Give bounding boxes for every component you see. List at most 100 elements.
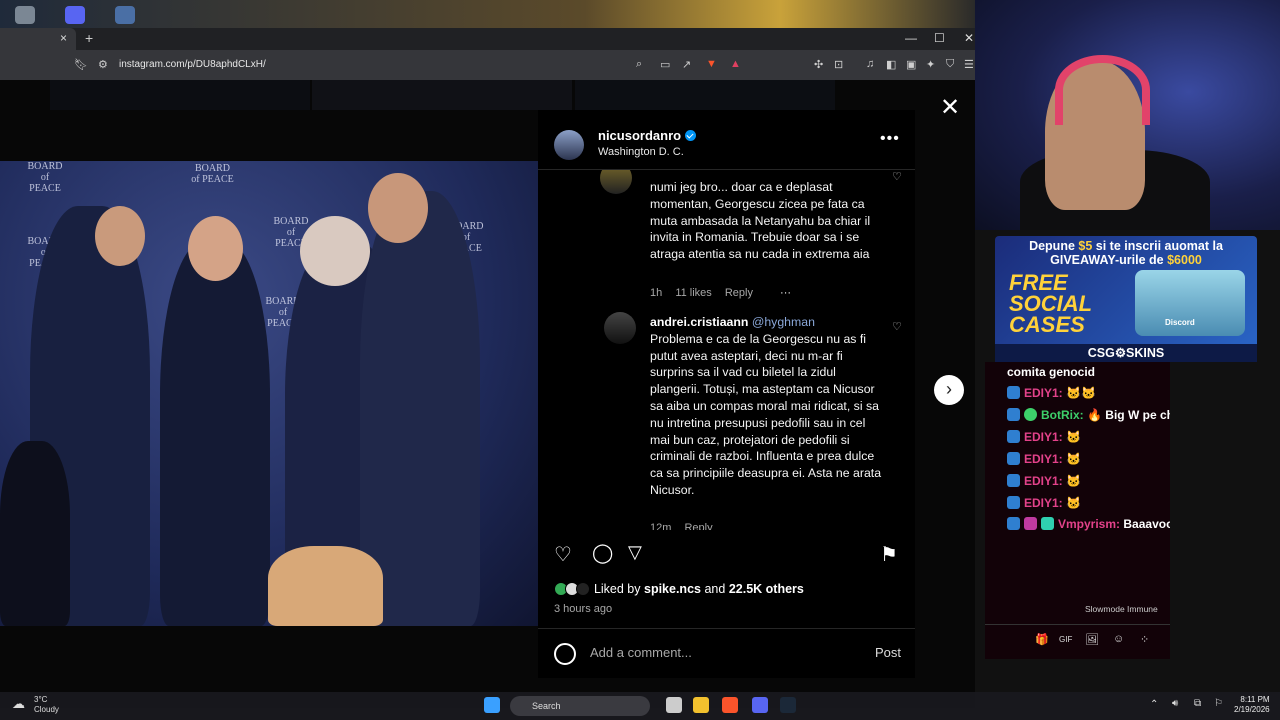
commenter-username[interactable]: andrei.cristiaann [650,315,748,329]
slowmode-label: Slowmode Immune [1085,604,1158,614]
chat-nick[interactable]: Vmpyrism: [1058,517,1120,531]
share-icon[interactable]: ▽ [628,542,642,563]
person-figure [160,241,270,626]
sponsor-text-part: GIVEAWAY-urile de [1050,253,1164,267]
like-comment-icon[interactable]: ♡ [892,170,902,183]
emoji-icon[interactable] [554,643,576,665]
brave-browser-icon[interactable] [722,697,738,713]
board-of-peace-sign: BOARD of PEACE [191,163,234,185]
taskbar-search[interactable]: Search [510,696,650,716]
browser-tab[interactable]: × [0,28,76,50]
close-modal-button[interactable]: ✕ [940,93,960,122]
network-icon[interactable]: ⧉ [1194,698,1201,709]
extensions-icon[interactable]: ✣ [814,58,823,71]
person-figure [300,216,370,286]
comment-text: numi jeg bro... doar ca e deplasat momen… [650,180,871,262]
volume-icon[interactable]: 🔊︎ [1172,698,1178,709]
tab-close-icon[interactable]: × [60,31,67,45]
like-icon[interactable]: ♡ [554,542,572,567]
screenshot-icon[interactable]: ⊡ [834,58,843,71]
more-options-button[interactable]: ••• [880,130,900,148]
tray-overflow-icon[interactable]: ⌃ [1150,699,1158,710]
start-icon[interactable] [484,697,500,713]
comment-more-icon[interactable]: ··· [780,287,791,299]
liked-by-user[interactable]: spike.ncs [644,582,701,596]
vpn-icon[interactable]: ⛉ [946,58,954,71]
leo-icon[interactable]: ✦ [926,58,935,71]
chat-nick[interactable]: EDIY1: [1024,474,1063,488]
save-icon[interactable]: ⚑ [880,542,898,567]
recycle-bin-icon[interactable] [15,6,35,24]
author-username-text[interactable]: nicusordanro [598,128,681,143]
site-settings-icon[interactable]: ⚙︎ [98,58,108,71]
window-close-button[interactable]: ✕ [964,31,974,45]
comment-input[interactable]: Add a comment... [590,645,692,660]
reply-button[interactable]: Reply [725,287,753,299]
file-explorer-icon[interactable] [693,697,709,713]
likes-count[interactable]: 22.5K others [729,582,804,596]
steam-icon[interactable] [780,697,796,713]
notification-icon[interactable]: ⚐ [1214,698,1223,709]
comment-mention[interactable]: @hyghman [752,315,815,329]
chat-nick[interactable]: BotRix: [1041,408,1084,422]
case-box-icon: Discord [1135,270,1245,336]
post-location[interactable]: Washington D. C. [598,146,684,158]
chat-text: Baaavoo [1123,517,1170,531]
person-figure [268,546,383,626]
chat-nick[interactable]: EDIY1: [1024,430,1063,444]
share-icon[interactable]: ↗ [682,58,691,71]
cast-icon[interactable]: ▭ [660,58,670,71]
chat-nick[interactable]: EDIY1: [1024,452,1063,466]
weather-condition: Cloudy [34,705,59,714]
task-view-icon[interactable] [666,697,682,713]
commenter-avatar[interactable] [604,312,636,344]
comment-body: andrei.cristiaann @hyghman Problema e ca… [650,314,885,499]
post-time: 3 hours ago [554,603,613,615]
bookmark-icon[interactable]: 🔖︎ [74,58,88,71]
gift-icon[interactable]: 🎁 [1035,633,1049,646]
menu-icon[interactable]: ☰ [964,58,974,71]
url-field[interactable]: instagram.com/p/DU8aphdCLxH/ [119,59,266,70]
address-bar: 🔖︎ ⚙︎ instagram.com/p/DU8aphdCLxH/ ⌕ ▭ ↗… [0,50,975,80]
headset-icon [1055,55,1150,125]
sponsor-prize: $6000 [1167,253,1202,267]
chat-nick[interactable]: EDIY1: [1024,496,1063,510]
brave-rewards-icon[interactable]: ▲ [730,58,741,70]
brave-shield-icon[interactable]: ▼ [706,58,717,70]
post-photo[interactable]: BOARD of PEACE BOARD of PEACE BOARD of P… [0,161,538,626]
user-badge-icon [1007,386,1020,399]
sticker-icon[interactable]: 🖼 [1085,633,1099,646]
author-avatar[interactable] [554,130,584,160]
next-post-button[interactable]: › [934,375,964,405]
minimize-button[interactable]: — [905,31,917,45]
comment-text: Problema e ca de la Georgescu nu as fi p… [650,331,882,497]
system-clock[interactable]: 8:11 PM 2/19/2026 [1234,695,1270,715]
author-username[interactable]: nicusordanro [598,128,697,143]
gif-icon[interactable]: GIF [1059,635,1072,644]
discord-taskbar-icon[interactable] [752,697,768,713]
apps-icon[interactable]: ⁘ [1140,633,1149,646]
bot-badge-icon [1024,408,1037,421]
app-shortcut-icon[interactable] [115,6,135,24]
chat-text: comita genocid [1007,365,1096,379]
comment-time: 12m [650,522,672,530]
comment-icon[interactable]: ◯ [592,542,613,565]
browser-tab-strip: × + — ☐ ✕ [0,28,975,50]
comments-list[interactable]: numi jeg bro... doar ca e deplasat momen… [538,170,915,530]
new-tab-button[interactable]: + [85,30,93,46]
like-comment-icon[interactable]: ♡ [892,320,902,333]
comment-likes[interactable]: 11 likes [675,287,711,299]
reply-button[interactable]: Reply [684,522,712,530]
sidebar-icon[interactable]: ◧ [886,58,896,71]
post-comment-button[interactable]: Post [875,645,901,660]
discord-icon[interactable] [65,6,85,24]
chat-nick[interactable]: EDIY1: [1024,386,1063,400]
comment-meta: 12m Reply [650,522,723,530]
wallet-icon[interactable]: ▣ [906,58,916,71]
media-icon[interactable]: ♫ [866,58,874,70]
likes-summary[interactable]: Liked by spike.ncs and 22.5K others [554,582,804,596]
maximize-button[interactable]: ☐ [934,31,945,45]
commenter-avatar[interactable] [600,170,632,194]
zoom-icon[interactable]: ⌕ [636,58,642,71]
emote-icon[interactable]: ☺ [1113,633,1124,645]
